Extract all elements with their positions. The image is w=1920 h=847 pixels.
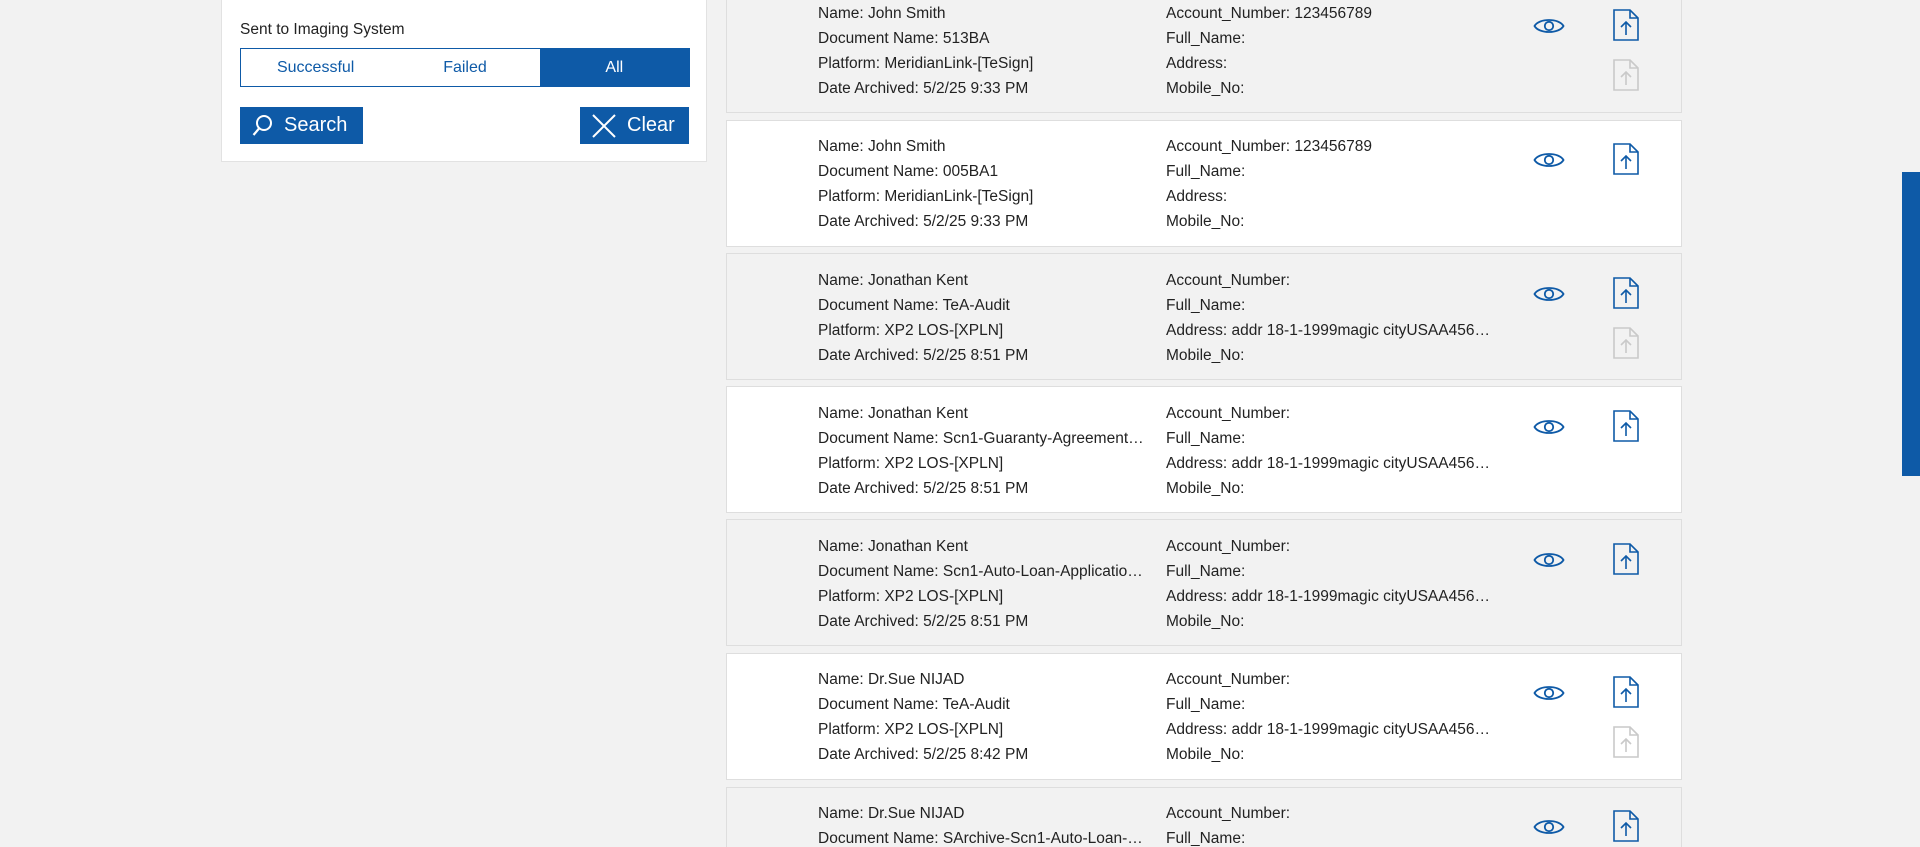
- search-icon: [252, 114, 272, 136]
- record-address: Address: addr 18-1-1999magic cityUSAA456…: [1166, 588, 1496, 605]
- record-full-name: Full_Name:: [1166, 297, 1246, 314]
- record-date-archived: Date Archived: 5/2/25 8:42 PM: [818, 746, 1029, 763]
- filter-failed-option[interactable]: Failed: [390, 49, 540, 86]
- record-name: Name: Jonathan Kent: [818, 405, 968, 422]
- record-name: Name: John Smith: [818, 138, 946, 155]
- record-address: Address: addr 18-1-1999magic cityUSAA456…: [1166, 455, 1496, 472]
- record-platform: Platform: XP2 LOS-[XPLN]: [818, 588, 1004, 605]
- record-date-archived: Date Archived: 5/2/25 8:51 PM: [818, 613, 1029, 630]
- file-upload-icon[interactable]: [1613, 9, 1639, 41]
- record-mobile-no: Mobile_No:: [1166, 347, 1245, 364]
- record-date-archived: Date Archived: 5/2/25 8:51 PM: [818, 480, 1029, 497]
- record-date-archived: Date Archived: 5/2/25 8:51 PM: [818, 347, 1029, 364]
- record-platform: Platform: XP2 LOS-[XPLN]: [818, 455, 1004, 472]
- record-address: Address:: [1166, 55, 1228, 72]
- record-mobile-no: Mobile_No:: [1166, 213, 1245, 230]
- filter-all-option[interactable]: All: [539, 49, 689, 86]
- record-name: Name: Dr.Sue NIJAD: [818, 805, 965, 822]
- record-full-name: Full_Name:: [1166, 30, 1246, 47]
- record-name: Name: Jonathan Kent: [818, 272, 968, 289]
- record-mobile-no: Mobile_No:: [1166, 80, 1245, 97]
- eye-icon[interactable]: [1533, 816, 1565, 838]
- eye-icon[interactable]: [1533, 283, 1565, 305]
- record-account-number: Account_Number:: [1166, 405, 1291, 422]
- eye-icon[interactable]: [1533, 416, 1565, 438]
- clear-button-label: Clear: [627, 114, 675, 136]
- record-address: Address: addr 18-1-1999magic cityUSAA456…: [1166, 721, 1496, 738]
- record-date-archived: Date Archived: 5/2/25 9:33 PM: [818, 80, 1029, 97]
- record-document-name: Document Name: SArchive-Scn1-Auto-Loan-A…: [818, 830, 1148, 847]
- record-name: Name: John Smith: [818, 5, 946, 22]
- eye-icon[interactable]: [1533, 15, 1565, 37]
- record-document-name: Document Name: TeA-Audit: [818, 297, 1010, 314]
- file-upload-icon[interactable]: [1613, 143, 1639, 175]
- record-mobile-no: Mobile_No:: [1166, 613, 1245, 630]
- record-name: Name: Dr.Sue NIJAD: [818, 671, 965, 688]
- record-document-name: Document Name: TeA-Audit: [818, 696, 1010, 713]
- record-mobile-no: Mobile_No:: [1166, 746, 1245, 763]
- record-account-number: Account_Number:: [1166, 671, 1291, 688]
- search-button[interactable]: Search: [240, 107, 363, 144]
- record-name: Name: Jonathan Kent: [818, 538, 968, 555]
- eye-icon[interactable]: [1533, 682, 1565, 704]
- file-upload-icon[interactable]: [1613, 676, 1639, 708]
- record-card: Name: Jonathan Kent Document Name: TeA-A…: [726, 253, 1682, 380]
- file-upload-icon[interactable]: [1613, 410, 1639, 442]
- record-account-number: Account_Number:: [1166, 538, 1291, 555]
- record-document-name: Document Name: Scn1-Guaranty-Agreement-R…: [818, 430, 1148, 447]
- record-card: Name: Dr.Sue NIJAD Document Name: TeA-Au…: [726, 653, 1682, 780]
- search-button-label: Search: [284, 114, 348, 136]
- record-account-number: Account_Number: 123456789: [1166, 5, 1372, 22]
- file-upload-disabled-icon: [1613, 726, 1639, 758]
- file-upload-icon[interactable]: [1613, 543, 1639, 575]
- record-mobile-no: Mobile_No:: [1166, 480, 1245, 497]
- record-platform: Platform: XP2 LOS-[XPLN]: [818, 721, 1004, 738]
- file-upload-disabled-icon: [1613, 59, 1639, 91]
- record-platform: Platform: XP2 LOS-[XPLN]: [818, 322, 1004, 339]
- filter-successful-option[interactable]: Successful: [241, 49, 391, 86]
- file-upload-icon[interactable]: [1613, 810, 1639, 842]
- scrollbar-thumb[interactable]: [1902, 172, 1920, 476]
- close-icon: [592, 113, 616, 138]
- record-full-name: Full_Name:: [1166, 696, 1246, 713]
- record-card: Name: John Smith Document Name: 513BA Pl…: [726, 0, 1682, 113]
- eye-icon[interactable]: [1533, 149, 1565, 171]
- record-card: Name: Dr.Sue NIJAD Document Name: SArchi…: [726, 787, 1682, 847]
- record-card: Name: Jonathan Kent Document Name: Scn1-…: [726, 519, 1682, 646]
- record-full-name: Full_Name:: [1166, 430, 1246, 447]
- eye-icon[interactable]: [1533, 549, 1565, 571]
- record-account-number: Account_Number: 123456789: [1166, 138, 1372, 155]
- record-date-archived: Date Archived: 5/2/25 9:33 PM: [818, 213, 1029, 230]
- file-upload-icon[interactable]: [1613, 277, 1639, 309]
- record-platform: Platform: MeridianLink-[TeSign]: [818, 55, 1034, 72]
- record-platform: Platform: MeridianLink-[TeSign]: [818, 188, 1034, 205]
- record-full-name: Full_Name:: [1166, 163, 1246, 180]
- record-card: Name: Jonathan Kent Document Name: Scn1-…: [726, 386, 1682, 513]
- file-upload-disabled-icon: [1613, 327, 1639, 359]
- clear-button[interactable]: Clear: [580, 107, 689, 144]
- filter-panel: Sent to Imaging System Successful Failed…: [221, 0, 707, 162]
- record-document-name: Document Name: 005BA1: [818, 163, 999, 180]
- record-address: Address:: [1166, 188, 1228, 205]
- imaging-status-toggle: Successful Failed All: [240, 48, 690, 87]
- record-full-name: Full_Name:: [1166, 563, 1246, 580]
- record-account-number: Account_Number:: [1166, 805, 1291, 822]
- record-account-number: Account_Number:: [1166, 272, 1291, 289]
- record-address: Address: addr 18-1-1999magic cityUSAA456…: [1166, 322, 1496, 339]
- sent-to-imaging-label: Sent to Imaging System: [240, 21, 405, 38]
- record-card: Name: John Smith Document Name: 005BA1 P…: [726, 120, 1682, 247]
- record-document-name: Document Name: Scn1-Auto-Loan-Applicatio…: [818, 563, 1148, 580]
- record-full-name: Full_Name:: [1166, 830, 1246, 847]
- record-document-name: Document Name: 513BA: [818, 30, 990, 47]
